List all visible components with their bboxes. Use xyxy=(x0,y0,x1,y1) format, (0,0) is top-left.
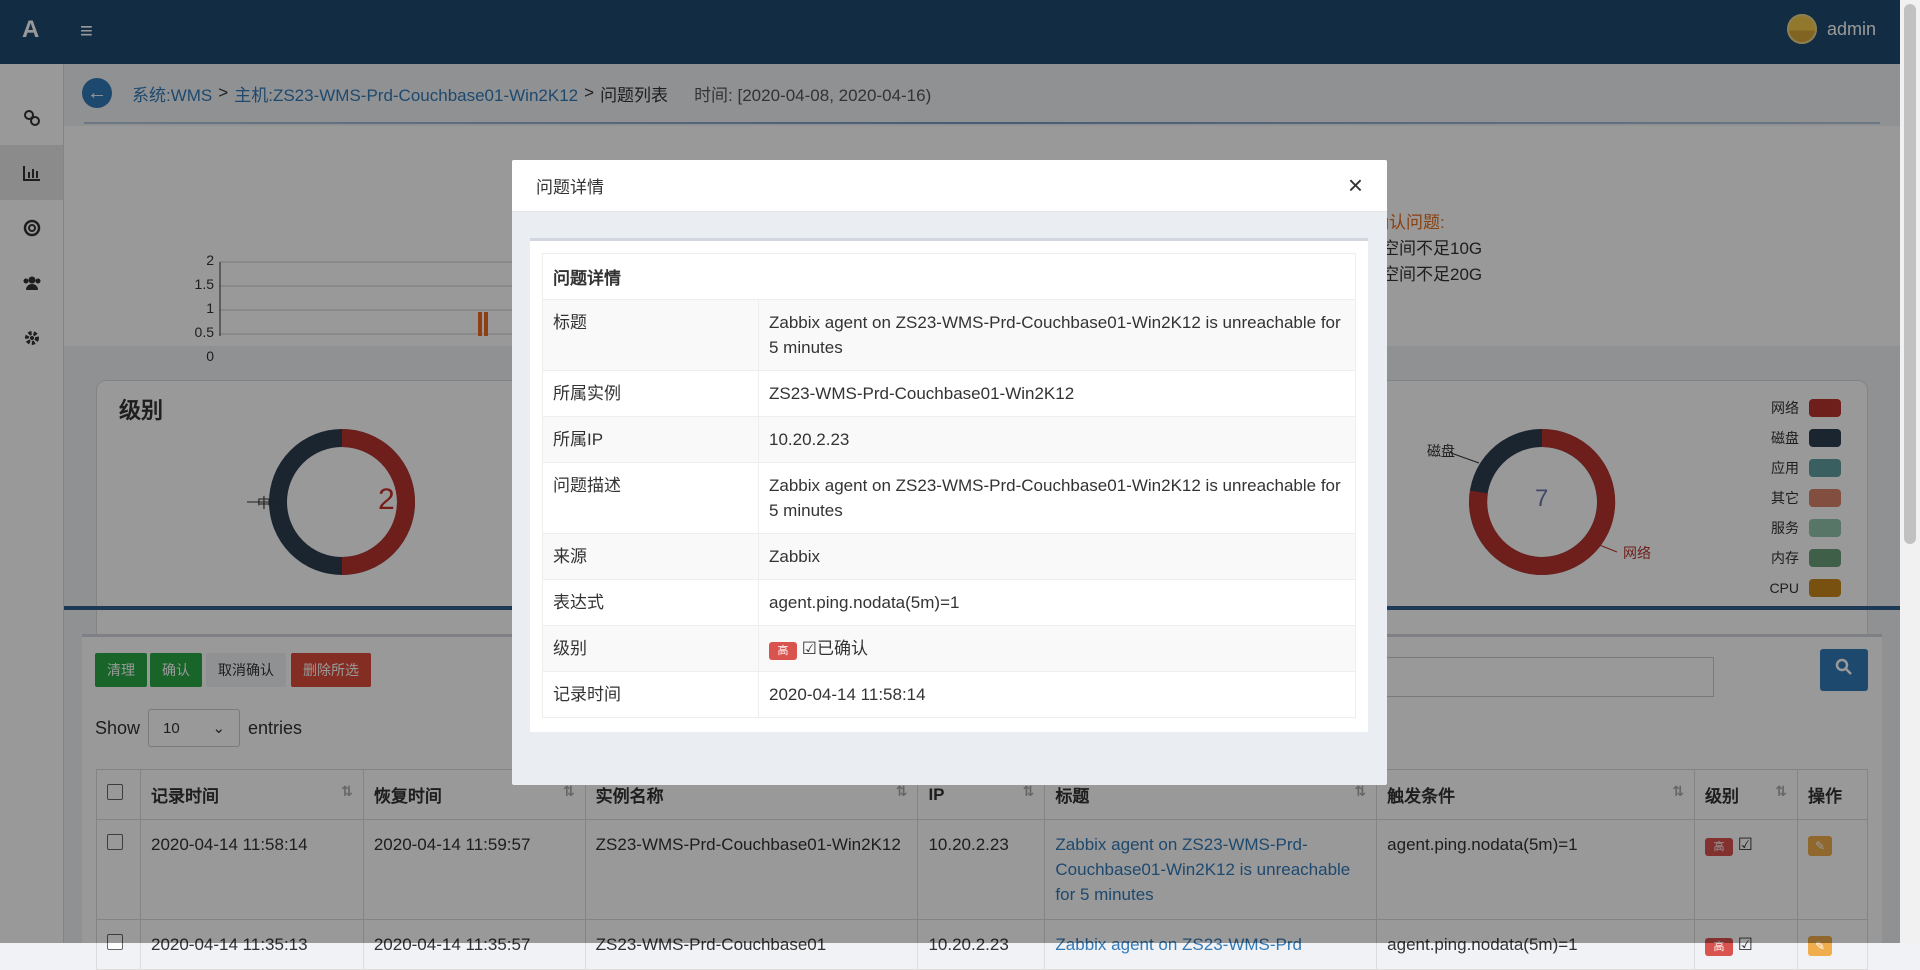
field-value: ZS23-WMS-Prd-Couchbase01-Win2K12 xyxy=(758,370,1356,417)
severity-badge: 高 xyxy=(769,642,797,660)
detail-row: 记录时间 2020-04-14 11:58:14 xyxy=(542,671,1356,718)
field-value: 10.20.2.23 xyxy=(758,416,1356,463)
detail-row: 来源 Zabbix xyxy=(542,533,1356,580)
field-value: Zabbix agent on ZS23-WMS-Prd-Couchbase01… xyxy=(758,299,1356,371)
field-label: 来源 xyxy=(542,533,759,580)
problem-detail-modal: 问题详情 × 问题详情 标题 Zabbix agent on ZS23-WMS-P… xyxy=(512,160,1387,785)
field-label: 所属实例 xyxy=(542,370,759,417)
field-label: 表达式 xyxy=(542,579,759,626)
modal-title: 问题详情 xyxy=(536,178,604,197)
field-value: Zabbix xyxy=(758,533,1356,580)
field-value: 高 ☑已确认 xyxy=(758,625,1356,672)
detail-row: 级别高 ☑已确认 xyxy=(542,625,1356,672)
field-label: 所属IP xyxy=(542,416,759,463)
scrollbar-thumb[interactable] xyxy=(1904,4,1916,544)
detail-card: 问题详情 标题 Zabbix agent on ZS23-WMS-Prd-Couc… xyxy=(530,238,1368,732)
field-value: 2020-04-14 11:58:14 xyxy=(758,671,1356,718)
detail-row: 问题描述 Zabbix agent on ZS23-WMS-Prd-Couchba… xyxy=(542,462,1356,534)
field-label: 标题 xyxy=(542,299,759,371)
field-label: 记录时间 xyxy=(542,671,759,718)
detail-row: 所属实例 ZS23-WMS-Prd-Couchbase01-Win2K12 xyxy=(542,370,1356,417)
field-label: 级别 xyxy=(542,625,759,672)
detail-section-title: 问题详情 xyxy=(542,253,1356,299)
confirmed-check-icon: ☑ xyxy=(801,639,817,658)
detail-row: 所属IP 10.20.2.23 xyxy=(542,416,1356,463)
field-label: 问题描述 xyxy=(542,462,759,534)
detail-row: 标题 Zabbix agent on ZS23-WMS-Prd-Couchbase… xyxy=(542,299,1356,371)
modal-header: 问题详情 × xyxy=(512,160,1387,212)
detail-row: 表达式 agent.ping.nodata(5m)=1 xyxy=(542,579,1356,626)
field-value: agent.ping.nodata(5m)=1 xyxy=(758,579,1356,626)
detail-table: 标题 Zabbix agent on ZS23-WMS-Prd-Couchbase… xyxy=(542,299,1356,718)
vertical-scrollbar[interactable] xyxy=(1900,0,1920,943)
close-icon[interactable]: × xyxy=(1348,170,1363,201)
field-value: Zabbix agent on ZS23-WMS-Prd-Couchbase01… xyxy=(758,462,1356,534)
